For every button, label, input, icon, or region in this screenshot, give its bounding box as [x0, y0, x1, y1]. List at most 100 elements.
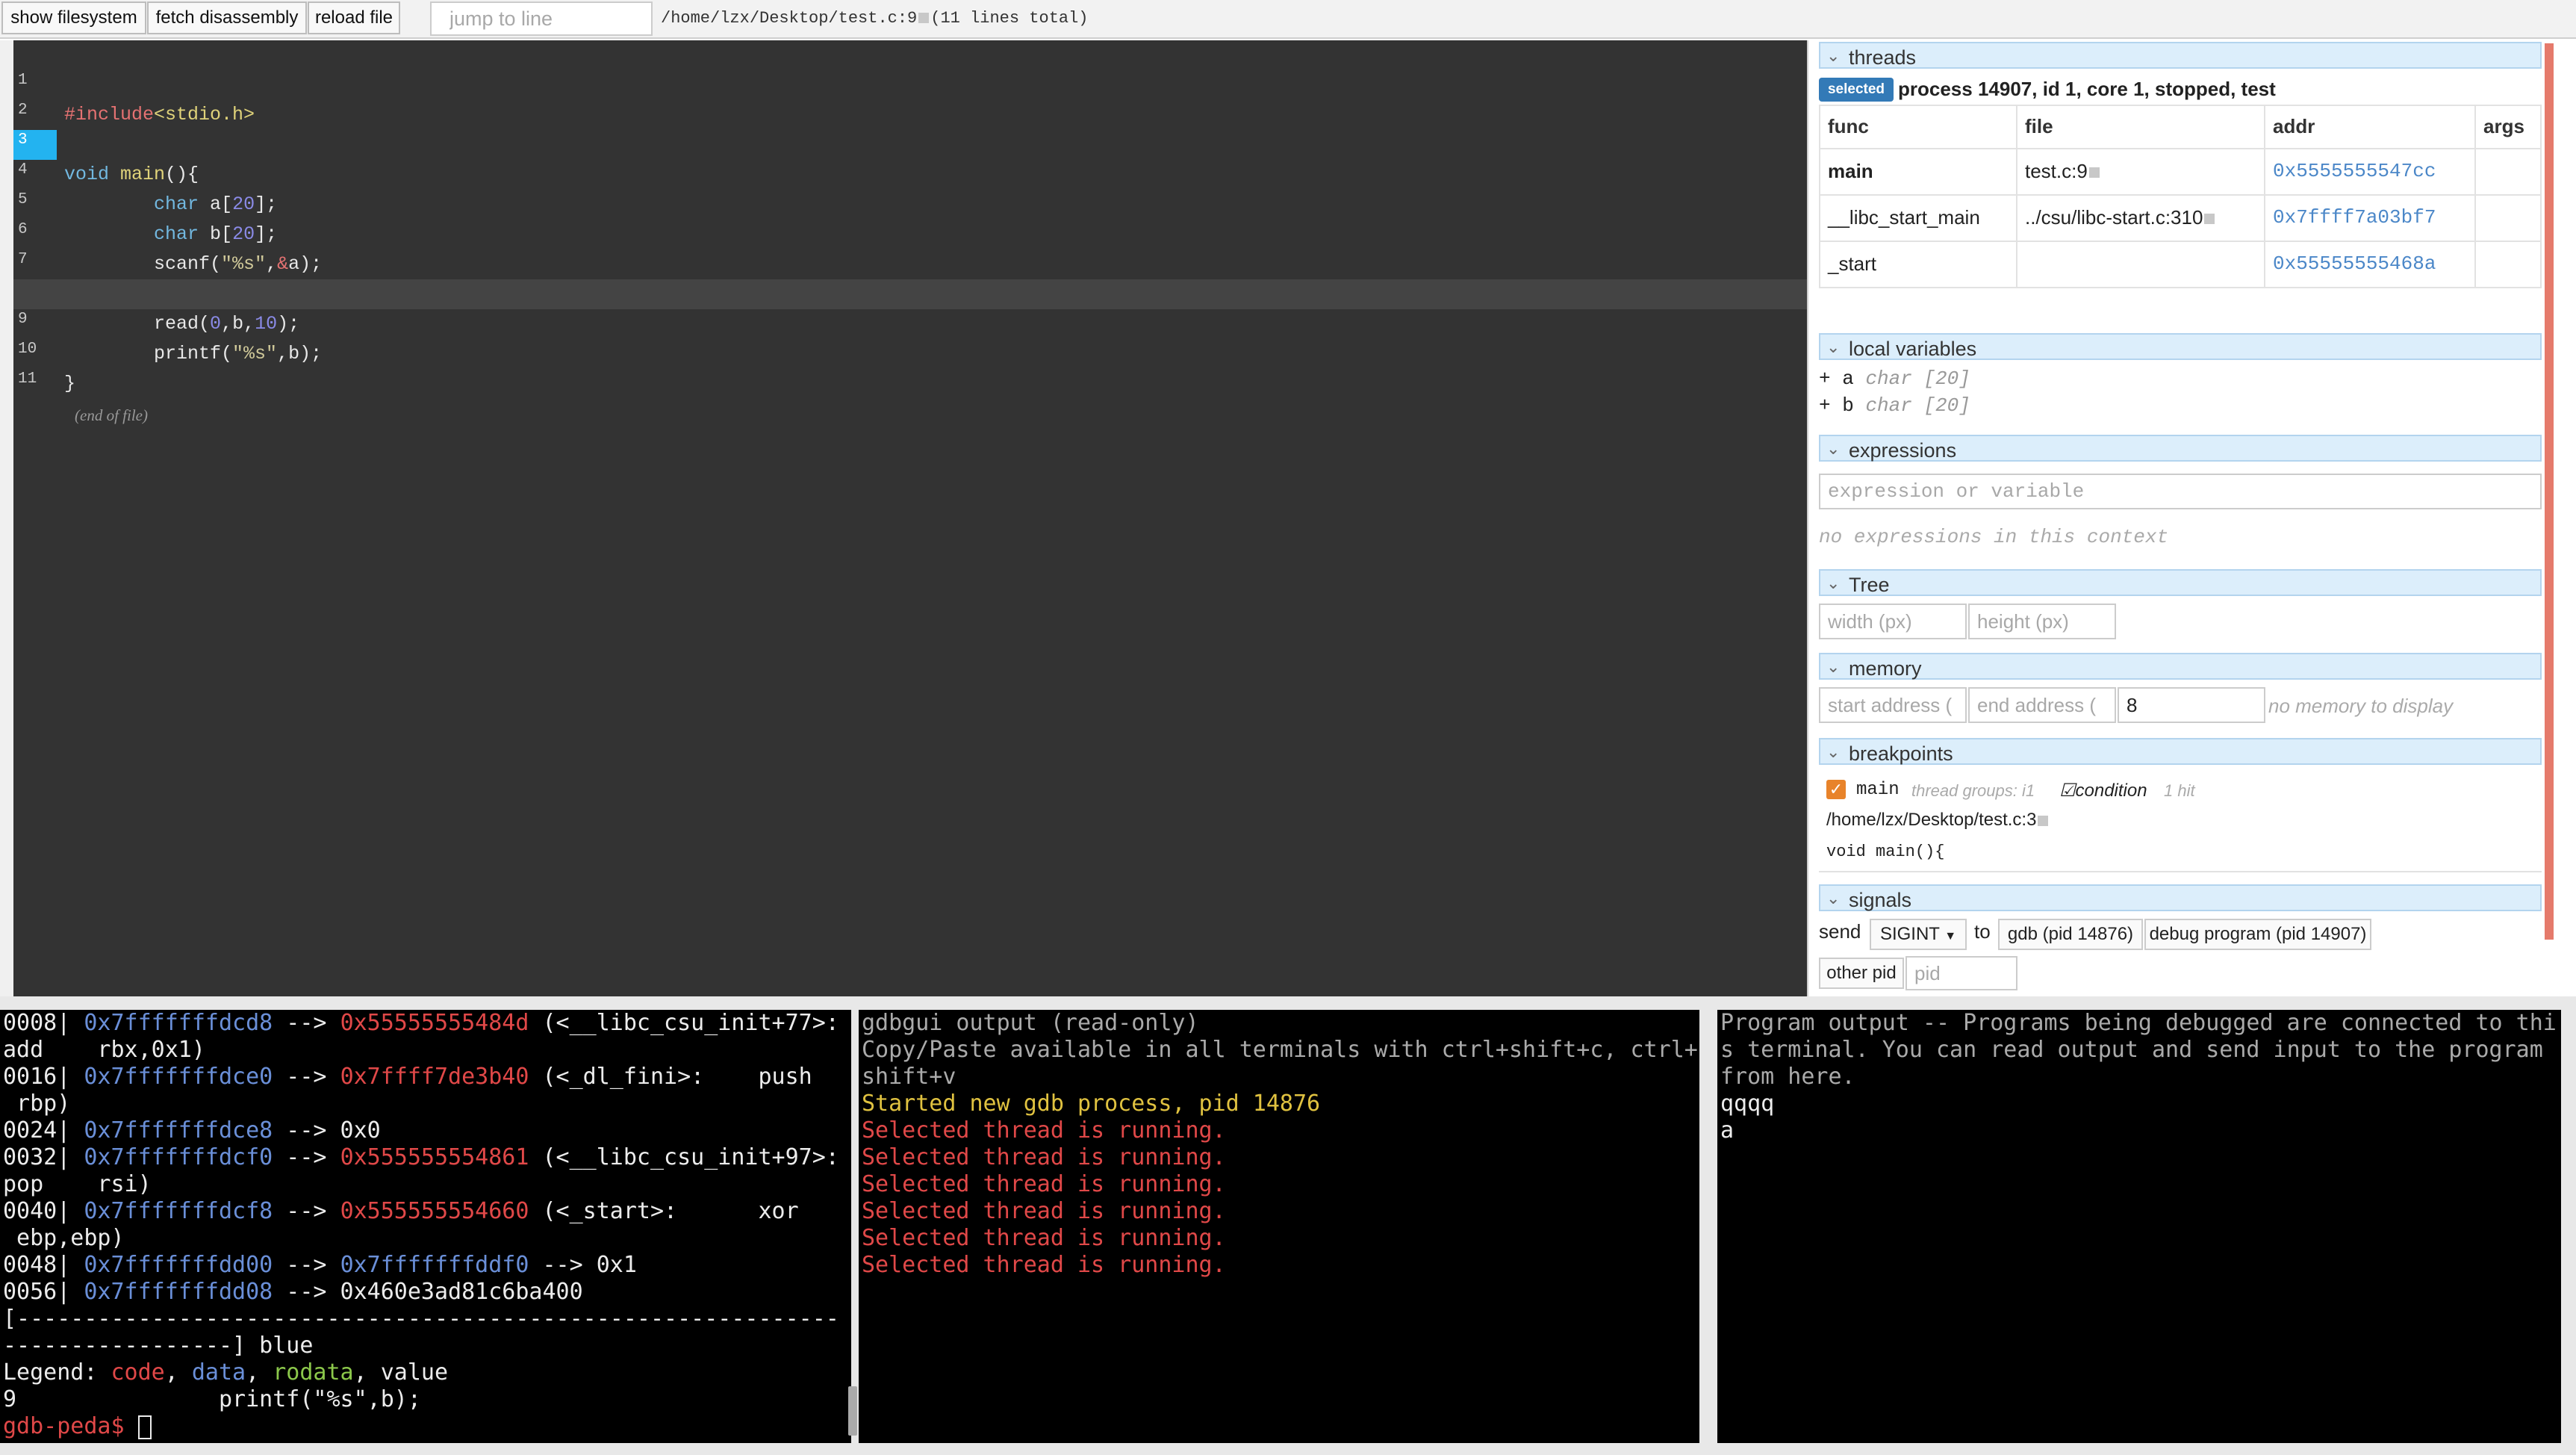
breakpoints-header[interactable]: ⌄ breakpoints [1819, 738, 2542, 765]
memory-header[interactable]: ⌄ memory [1819, 653, 2542, 680]
variable-type: char [20] [1865, 367, 1970, 390]
copy-icon[interactable] [2088, 167, 2100, 179]
no-expressions-note: no expressions in this context [1819, 526, 2169, 548]
top-toolbar: show filesystem fetch disassembly reload… [0, 0, 2576, 39]
source-line[interactable]: 4 char a[20]; [13, 130, 1807, 215]
source-gutter-margin [0, 40, 13, 996]
terminal-cursor[interactable] [137, 1415, 152, 1439]
source-code-pane: 1 #include<stdio.h> 2 3 void main(){ 4 c… [13, 40, 1807, 996]
no-memory-note: no memory to display [2268, 695, 2454, 717]
breakpoint-func: main [1856, 780, 1900, 800]
copy-icon[interactable] [2204, 214, 2215, 225]
send-to-debug-program-button[interactable]: debug program (pid 14907) [2144, 919, 2371, 950]
selected-badge: selected [1819, 78, 1894, 102]
table-divider [1819, 287, 2542, 288]
expression-input[interactable] [1819, 474, 2542, 509]
table-divider [1819, 148, 2542, 149]
copy-icon[interactable] [2038, 815, 2049, 826]
frame-addr[interactable]: 0x5555555547cc [2273, 160, 2436, 182]
chevron-down-icon: ⌄ [1826, 742, 1841, 761]
breakpoint-condition-button[interactable]: ☑condition [2059, 780, 2147, 801]
breakpoint-hits: 1 hit [2164, 781, 2195, 800]
reload-file-button[interactable]: reload file [308, 1, 400, 34]
jump-to-line-input[interactable] [430, 1, 653, 36]
program-output-terminal[interactable]: Program output -- Programs being debugge… [1717, 1010, 2561, 1443]
table-divider [1819, 241, 2542, 242]
lines-total-text: (11 lines total) [930, 9, 1089, 28]
started-gdb-message: Started new gdb process, pid 14876 [862, 1091, 1321, 1117]
current-file-path: /home/lzx/Desktop/test.c:9 (11 lines tota… [661, 9, 1089, 28]
breakpoint-location[interactable]: /home/lzx/Desktop/test.c:3 [1826, 810, 2050, 831]
tree-height-input[interactable] [1968, 604, 2116, 639]
tree-width-input[interactable] [1819, 604, 1967, 639]
local-variables-header[interactable]: ⌄ local variables [1819, 333, 2542, 360]
source-line[interactable]: 1 #include<stdio.h> [13, 40, 1807, 125]
gdbgui-output-terminal[interactable]: gdbgui output (read-only) Copy/Paste ava… [859, 1010, 1699, 1443]
source-line[interactable]: 6 scanf("%s",&a); [13, 190, 1807, 275]
other-pid-input[interactable] [1905, 956, 2017, 990]
gdb-terminal-scrollbar[interactable] [848, 1386, 857, 1436]
show-filesystem-button[interactable]: show filesystem [1, 1, 146, 34]
table-divider [1819, 105, 2542, 106]
source-line[interactable]: 10 } [13, 309, 1807, 394]
expand-icon[interactable]: + [1819, 367, 1831, 390]
table-divider [1819, 105, 1820, 288]
fetch-disassembly-button[interactable]: fetch disassembly [147, 1, 307, 34]
source-line[interactable]: 11 [13, 339, 1807, 388]
frame-func[interactable]: _start [1828, 252, 1876, 276]
variable-name: b [1842, 394, 1854, 417]
copy-icon[interactable] [918, 13, 930, 24]
other-pid-button[interactable]: other pid [1819, 958, 1904, 989]
edit-icon: ☑ [2059, 781, 2076, 801]
signals-header[interactable]: ⌄ signals [1819, 884, 2542, 911]
program-output-line: a [1720, 1117, 1735, 1144]
caret-down-icon: ▼ [1944, 930, 1957, 943]
chevron-down-icon: ⌄ [1826, 574, 1841, 592]
frame-file[interactable]: test.c:9 [2025, 160, 2101, 183]
thread-running-message: Selected thread is running. [862, 1252, 1226, 1278]
gdbgui-output-header: gdbgui output (read-only) [862, 1010, 1199, 1036]
divider [1819, 871, 2542, 872]
source-line-current[interactable]: 3 void main(){ [13, 100, 1807, 185]
copy-paste-note: Copy/Paste available in all terminals wi… [862, 1037, 1698, 1063]
send-to-gdb-button[interactable]: gdb (pid 14876) [1998, 919, 2143, 950]
right-sidebar: ⌄ threads selected process 14907, id 1, … [1807, 40, 2561, 996]
thread-running-message: Selected thread is running. [862, 1171, 1226, 1197]
local-variable-a[interactable]: + a char [20] [1819, 367, 1970, 390]
table-divider [2264, 105, 2265, 288]
gdb-prompt: gdb-peda$ [3, 1413, 138, 1439]
frame-addr[interactable]: 0x55555555468a [2273, 252, 2436, 275]
breakpoint-thread-groups: thread groups: i1 [1911, 781, 2035, 800]
right-panel-scrollbar[interactable] [2545, 43, 2554, 940]
frame-func[interactable]: main [1828, 160, 1873, 183]
legend-label: Legend: [3, 1359, 111, 1386]
source-line-stopped[interactable]: 9 printf("%s",b); [13, 279, 1807, 364]
source-line[interactable]: 2 [13, 70, 1807, 119]
program-output-note-cont: s terminal. You can read output and send… [1720, 1037, 2543, 1063]
expand-icon[interactable]: + [1819, 394, 1831, 417]
memory-lines-input[interactable] [2118, 687, 2265, 723]
send-label: send [1819, 920, 1861, 943]
threads-header[interactable]: ⌄ threads [1819, 42, 2542, 69]
expressions-header[interactable]: ⌄ expressions [1819, 435, 2542, 462]
line-number[interactable]: 11 [13, 369, 57, 399]
memory-start-input[interactable] [1819, 687, 1967, 723]
local-variable-b[interactable]: + b char [20] [1819, 394, 1970, 417]
table-divider [2016, 105, 2017, 288]
breakpoint-checkbox[interactable]: ✓ [1826, 780, 1846, 799]
frame-file[interactable]: ../csu/libc-start.c:310 [2025, 206, 2216, 229]
signal-select[interactable]: SIGINT ▼ [1870, 919, 1967, 950]
source-line[interactable]: 7 printf("%s",a); [13, 220, 1807, 305]
frame-addr[interactable]: 0x7ffff7a03bf7 [2273, 206, 2436, 229]
memory-end-input[interactable] [1968, 687, 2116, 723]
to-label: to [1974, 920, 1991, 943]
gdb-terminal[interactable]: 0008| 0x7fffffffdcd8 --> 0x55555555484d … [0, 1010, 851, 1443]
variable-type: char [20] [1865, 394, 1970, 417]
tree-header[interactable]: ⌄ Tree [1819, 569, 2542, 596]
frame-func[interactable]: __libc_start_main [1828, 206, 1980, 229]
source-line[interactable]: 8 read(0,b,10); [13, 249, 1807, 335]
source-line[interactable]: 5 char b[20]; [13, 160, 1807, 245]
column-header-args: args [2483, 115, 2524, 137]
frame-file-text: ../csu/libc-start.c:310 [2025, 206, 2203, 229]
breakpoints-title: breakpoints [1849, 742, 1953, 765]
